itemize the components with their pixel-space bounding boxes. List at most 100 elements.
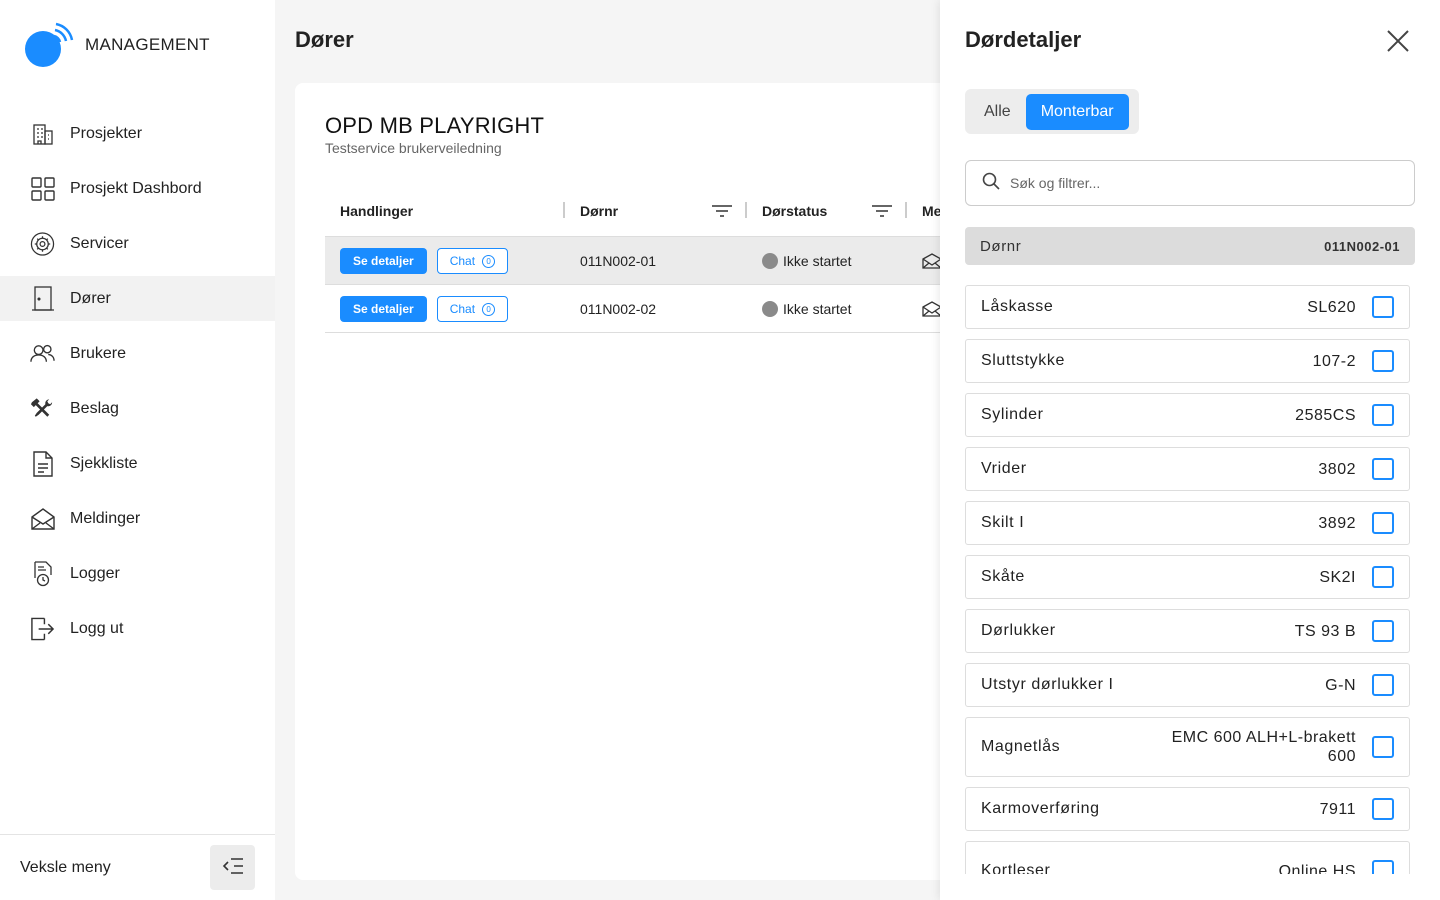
item-value: G-N xyxy=(1325,676,1356,694)
list-item[interactable]: Magnetlås EMC 600 ALH+L-brakett 600 xyxy=(965,717,1410,777)
mounted-checkbox[interactable] xyxy=(1372,350,1394,372)
chat-button[interactable]: Chat 0 xyxy=(436,248,509,274)
sidebar-item-brukere[interactable]: Brukere xyxy=(0,331,275,376)
sidebar-item-meldinger[interactable]: Meldinger xyxy=(0,496,275,541)
door-number: 011N002-02 xyxy=(580,301,657,317)
item-name: Låskasse xyxy=(981,298,1054,315)
mounted-checkbox[interactable] xyxy=(1372,674,1394,696)
tab-all[interactable]: Alle xyxy=(969,94,1026,130)
log-clock-icon xyxy=(30,560,55,586)
mounted-checkbox[interactable] xyxy=(1372,798,1394,820)
filter-icon[interactable] xyxy=(871,185,893,237)
close-icon xyxy=(1385,30,1411,57)
sidebar-item-logg-ut[interactable]: Logg ut xyxy=(0,606,275,651)
sidebar-item-sjekkliste[interactable]: Sjekkliste xyxy=(0,441,275,486)
sidebar-item-label: Meldinger xyxy=(70,509,141,527)
sidebar-item-dorer[interactable]: Dører xyxy=(0,276,275,321)
mounted-checkbox[interactable] xyxy=(1372,620,1394,642)
list-item[interactable]: Sluttstykke 107-2 xyxy=(965,339,1410,383)
list-item[interactable]: Sylinder 2585CS xyxy=(965,393,1410,437)
see-details-button[interactable]: Se detaljer xyxy=(340,248,427,274)
tab-mountable[interactable]: Monterbar xyxy=(1025,93,1129,130)
mounted-checkbox[interactable] xyxy=(1372,296,1394,318)
sidebar-item-label: Dører xyxy=(70,289,111,307)
hardware-list: Låskasse SL620 Sluttstykke 107-2 Sylinde… xyxy=(965,285,1410,874)
collapse-menu-icon xyxy=(222,857,244,878)
mounted-checkbox[interactable] xyxy=(1372,404,1394,426)
sidebar-item-servicer[interactable]: Servicer xyxy=(0,221,275,266)
mounted-checkbox[interactable] xyxy=(1372,458,1394,480)
item-value: 3892 xyxy=(1318,514,1356,532)
list-item[interactable]: Utstyr dørlukker I G-N xyxy=(965,663,1410,707)
sidebar: MANAGEMENT Prosjekter Prosjekt Dashbord … xyxy=(0,0,275,900)
filter-icon[interactable] xyxy=(711,185,733,237)
sidebar-item-label: Prosjekt Dashbord xyxy=(70,179,202,197)
mounted-checkbox[interactable] xyxy=(1372,566,1394,588)
sidebar-item-logger[interactable]: Logger xyxy=(0,551,275,596)
item-value: 7911 xyxy=(1319,800,1356,818)
item-name: Utstyr dørlukker I xyxy=(981,676,1114,693)
sidebar-item-beslag[interactable]: Beslag xyxy=(0,386,275,431)
item-value: Online HS xyxy=(1278,862,1356,875)
search-icon xyxy=(982,172,1000,195)
item-name: Magnetlås xyxy=(981,738,1061,755)
status-label: Ikke startet xyxy=(783,253,852,269)
search-box xyxy=(965,160,1415,206)
mounted-checkbox[interactable] xyxy=(1372,860,1394,874)
project-subtitle: Testservice brukerveiledning xyxy=(325,140,502,156)
door-status: Ikke startet xyxy=(762,237,851,285)
list-item[interactable]: Skåte SK2I xyxy=(965,555,1410,599)
project-card: OPD MB PLAYRIGHT Testservice brukerveile… xyxy=(295,83,995,880)
column-header-status[interactable]: Dørstatus xyxy=(762,185,827,237)
brand-name: MANAGEMENT xyxy=(85,35,210,54)
chat-button[interactable]: Chat 0 xyxy=(436,296,509,322)
table-row[interactable]: Se detaljer Chat 0 011N002-01 Ikke start… xyxy=(325,237,995,285)
list-item[interactable]: Karmoverføring 7911 xyxy=(965,787,1410,831)
filter-tabs: Alle Monterbar xyxy=(965,89,1139,134)
document-icon xyxy=(30,450,55,477)
mail-icon[interactable] xyxy=(922,237,942,285)
list-item[interactable]: Dørlukker TS 93 B xyxy=(965,609,1410,653)
column-resize-handle[interactable] xyxy=(563,202,565,218)
list-item[interactable]: Låskasse SL620 xyxy=(965,285,1410,329)
item-name: Karmoverføring xyxy=(981,800,1100,817)
see-details-button[interactable]: Se detaljer xyxy=(340,296,427,322)
mail-icon[interactable] xyxy=(922,285,942,333)
item-value: 107-2 xyxy=(1312,352,1356,370)
logo[interactable]: MANAGEMENT xyxy=(24,22,210,68)
sidebar-nav: Prosjekter Prosjekt Dashbord Servicer Dø… xyxy=(0,111,275,661)
column-resize-handle[interactable] xyxy=(745,202,747,218)
list-item[interactable]: Vrider 3802 xyxy=(965,447,1410,491)
sidebar-item-prosjekt-dashbord[interactable]: Prosjekt Dashbord xyxy=(0,166,275,211)
table-header: Handlinger Dørnr Dørstatus Me xyxy=(325,185,995,237)
mounted-checkbox[interactable] xyxy=(1372,512,1394,534)
sidebar-item-label: Logger xyxy=(70,564,120,582)
row-actions: Se detaljer Chat 0 xyxy=(340,285,509,333)
item-name: Skåte xyxy=(981,568,1025,585)
item-value: 2585CS xyxy=(1295,406,1356,424)
item-value: SK2I xyxy=(1319,568,1356,586)
row-actions: Se detaljer Chat 0 xyxy=(340,237,509,285)
door-number-bar: Dørnr 011N002-01 xyxy=(965,227,1415,265)
mounted-checkbox[interactable] xyxy=(1372,736,1394,758)
column-header-messages[interactable]: Me xyxy=(922,185,941,237)
status-label: Ikke startet xyxy=(783,301,852,317)
list-item[interactable]: Kortleser Online HS xyxy=(965,841,1410,874)
project-title: OPD MB PLAYRIGHT xyxy=(325,113,545,138)
search-input[interactable] xyxy=(1010,175,1390,191)
item-value: TS 93 B xyxy=(1294,622,1356,640)
chat-count-badge: 0 xyxy=(482,254,496,268)
dashboard-grid-icon xyxy=(30,176,55,201)
toggle-menu-label: Veksle meny xyxy=(20,858,111,876)
table-row[interactable]: Se detaljer Chat 0 011N002-02 Ikke start… xyxy=(325,285,995,333)
close-button[interactable] xyxy=(1385,28,1411,54)
toggle-menu-button[interactable] xyxy=(210,845,255,890)
sidebar-item-label: Sjekkliste xyxy=(70,454,138,472)
column-header-door[interactable]: Dørnr xyxy=(580,185,618,237)
sidebar-footer: Veksle meny xyxy=(0,834,275,900)
chat-count-badge: 0 xyxy=(482,302,496,316)
page-title: Dører xyxy=(295,27,354,52)
sidebar-item-prosjekter[interactable]: Prosjekter xyxy=(0,111,275,156)
column-resize-handle[interactable] xyxy=(905,202,907,218)
list-item[interactable]: Skilt I 3892 xyxy=(965,501,1410,545)
